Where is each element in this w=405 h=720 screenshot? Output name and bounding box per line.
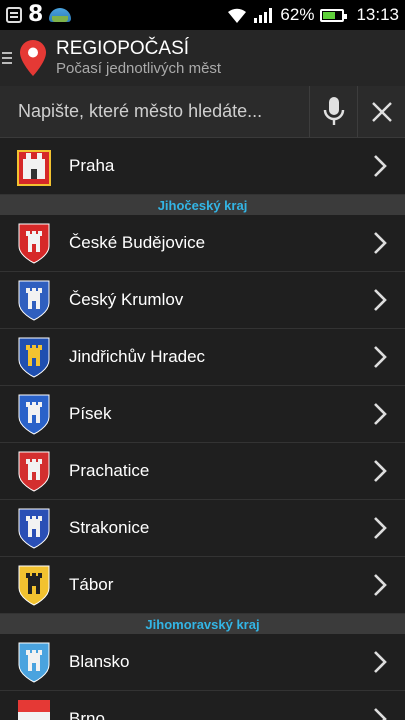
- city-crest-icon: [18, 223, 50, 264]
- chevron-right-icon: [374, 708, 387, 720]
- city-crest-icon: [17, 150, 51, 186]
- chevron-right-icon: [374, 289, 387, 311]
- city-row[interactable]: Prachatice: [0, 443, 405, 500]
- battery-icon: [320, 8, 348, 22]
- chevron-right-icon: [374, 460, 387, 482]
- city-name: Tábor: [69, 575, 114, 594]
- city-row[interactable]: Písek: [0, 386, 405, 443]
- city-row[interactable]: Strakonice: [0, 500, 405, 557]
- city-crest-icon: [18, 508, 50, 549]
- city-name: Písek: [69, 404, 112, 423]
- city-crest-icon: [18, 337, 50, 378]
- clock: 13:13: [356, 5, 399, 24]
- battery-percent: 62%: [280, 5, 315, 24]
- city-crest-icon: [18, 280, 50, 321]
- city-row[interactable]: Brno: [0, 691, 405, 720]
- city-row[interactable]: Jindřichův Hradec: [0, 329, 405, 386]
- notification-count: 8: [28, 2, 44, 27]
- chevron-right-icon: [374, 517, 387, 539]
- wifi-icon: [228, 8, 247, 23]
- app-title: REGIOPOČASÍ: [56, 38, 190, 59]
- city-row[interactable]: Český Krumlov: [0, 272, 405, 329]
- city-name: Český Krumlov: [69, 290, 184, 309]
- city-name: Prachatice: [69, 461, 150, 480]
- city-name: České Budějovice: [69, 233, 206, 252]
- city-row[interactable]: Blansko: [0, 634, 405, 691]
- city-crest-icon: [18, 700, 50, 720]
- clear-search-button[interactable]: [357, 86, 405, 137]
- region-title: Jihočeský kraj: [157, 197, 248, 213]
- city-row[interactable]: Tábor: [0, 557, 405, 614]
- weather-icon: [49, 8, 72, 22]
- chevron-right-icon: [374, 574, 387, 596]
- notification-icon: [6, 7, 22, 23]
- chevron-right-icon: [374, 346, 387, 368]
- drawer-menu-icon[interactable]: [2, 52, 12, 64]
- region-title: Jihomoravský kraj: [145, 616, 260, 632]
- region-header: Jihočeský kraj: [0, 195, 405, 215]
- city-crest-icon: [18, 451, 50, 492]
- battery-level: [323, 11, 335, 19]
- city-name: Brno: [69, 709, 105, 720]
- city-crest-icon: [18, 642, 50, 683]
- microphone-icon: [323, 96, 344, 125]
- app-bar: REGIOPOČASÍ Počasí jednotlivých měst: [0, 30, 405, 86]
- status-bar: 8 62% 13:13: [0, 0, 405, 30]
- city-crest-icon: [18, 565, 50, 606]
- app-subtitle: Počasí jednotlivých měst: [56, 60, 222, 77]
- microphone-button[interactable]: [309, 86, 357, 137]
- city-row[interactable]: Praha: [0, 138, 405, 195]
- search-input[interactable]: [0, 86, 309, 137]
- map-pin-icon[interactable]: [20, 40, 46, 76]
- city-list: Praha Jihočeský kraj České Budějovice Český…: [0, 138, 405, 720]
- city-crest-icon: [18, 394, 50, 435]
- signal-icon: [254, 8, 273, 23]
- city-name: Blansko: [69, 652, 130, 671]
- city-name: Praha: [69, 156, 115, 175]
- chevron-right-icon: [374, 651, 387, 673]
- city-name: Strakonice: [69, 518, 150, 537]
- region-header: Jihomoravský kraj: [0, 614, 405, 634]
- close-icon: [371, 101, 392, 122]
- chevron-right-icon: [374, 403, 387, 425]
- city-name: Jindřichův Hradec: [69, 347, 206, 366]
- city-row[interactable]: České Budějovice: [0, 215, 405, 272]
- chevron-right-icon: [374, 232, 387, 254]
- app-titles[interactable]: REGIOPOČASÍ Počasí jednotlivých měst: [56, 38, 221, 78]
- search-bar: [0, 86, 405, 138]
- chevron-right-icon: [374, 155, 387, 177]
